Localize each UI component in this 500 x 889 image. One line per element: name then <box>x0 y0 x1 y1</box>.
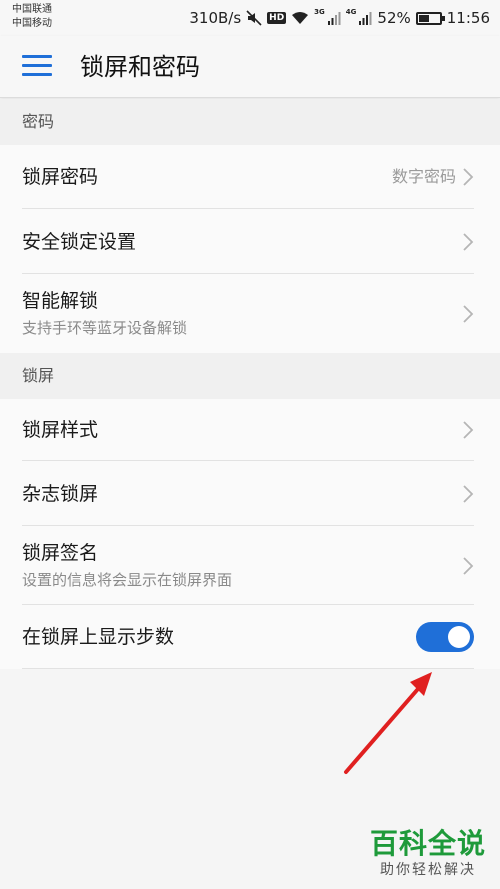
network-3g-label: 3G <box>314 8 325 16</box>
carrier-info: 中国联通 中国移动 <box>12 3 52 31</box>
annotation-arrow-icon <box>344 672 432 774</box>
row-value: 数字密码 <box>391 167 456 186</box>
battery-percent: 52% <box>377 9 411 27</box>
row-lock-screen-signature[interactable]: 锁屏签名 设置的信息将会显示在锁屏界面 <box>0 526 500 605</box>
row-magazine-lock-screen[interactable]: 杂志锁屏 <box>0 461 500 526</box>
clock: 11:56 <box>446 9 490 27</box>
row-title: 智能解锁 <box>22 290 99 312</box>
chevron-right-icon <box>463 305 474 323</box>
row-lock-screen-style[interactable]: 锁屏样式 <box>0 399 500 461</box>
row-title: 锁屏密码 <box>22 166 99 188</box>
row-subtitle: 设置的信息将会显示在锁屏界面 <box>22 571 233 589</box>
page-title: 锁屏和密码 <box>80 53 200 81</box>
network-4g-label: 4G <box>345 8 357 16</box>
wifi-icon <box>292 12 309 24</box>
battery-fill <box>418 14 429 22</box>
row-security-lock-settings[interactable]: 安全锁定设置 <box>0 209 500 274</box>
row-title: 锁屏样式 <box>22 419 99 441</box>
chevron-right-icon <box>463 233 474 251</box>
row-title: 锁屏签名 <box>22 542 99 564</box>
row-title: 杂志锁屏 <box>22 483 99 505</box>
row-subtitle: 支持手环等蓝牙设备解锁 <box>22 319 188 337</box>
section-header-lock-screen: 锁屏 <box>0 353 500 399</box>
watermark-title: 百科全说 <box>369 827 486 860</box>
row-title: 在锁屏上显示步数 <box>22 626 175 648</box>
section-header-label: 密码 <box>22 112 55 131</box>
signal-icon-2 <box>359 12 372 25</box>
show-steps-toggle[interactable] <box>416 622 474 652</box>
watermark-subtitle: 助你轻松解决 <box>379 862 476 878</box>
row-show-steps-on-lock-screen[interactable]: 在锁屏上显示步数 <box>0 605 500 669</box>
row-lock-screen-password[interactable]: 锁屏密码 数字密码 <box>0 145 500 209</box>
section-header-password: 密码 <box>0 99 500 145</box>
row-title: 安全锁定设置 <box>22 231 137 253</box>
battery-icon <box>415 11 445 25</box>
chevron-right-icon <box>463 421 474 439</box>
signal-icon-1 <box>327 12 341 25</box>
watermark-logo: 百科全说 助你轻松解决 <box>370 827 486 879</box>
chevron-right-icon <box>463 485 474 503</box>
hd-badge: HD <box>267 12 287 24</box>
network-speed: 310B/s <box>189 9 242 27</box>
mute-icon <box>246 10 262 26</box>
chevron-right-icon <box>463 168 474 186</box>
status-bar: 中国联通 中国移动 310B/s HD 3G 4G 52% 11:56 <box>0 0 500 36</box>
app-bar: 锁屏和密码 <box>0 36 500 98</box>
carrier-1: 中国联通 <box>12 4 52 15</box>
row-smart-unlock[interactable]: 智能解锁 支持手环等蓝牙设备解锁 <box>0 274 500 353</box>
carrier-2: 中国移动 <box>12 18 52 29</box>
chevron-right-icon <box>463 557 474 575</box>
toggle-knob <box>448 626 470 648</box>
hamburger-menu-icon[interactable] <box>22 55 52 79</box>
status-icons: 310B/s HD 3G 4G 52% 11:56 <box>189 7 490 29</box>
section-header-label: 锁屏 <box>22 366 55 385</box>
